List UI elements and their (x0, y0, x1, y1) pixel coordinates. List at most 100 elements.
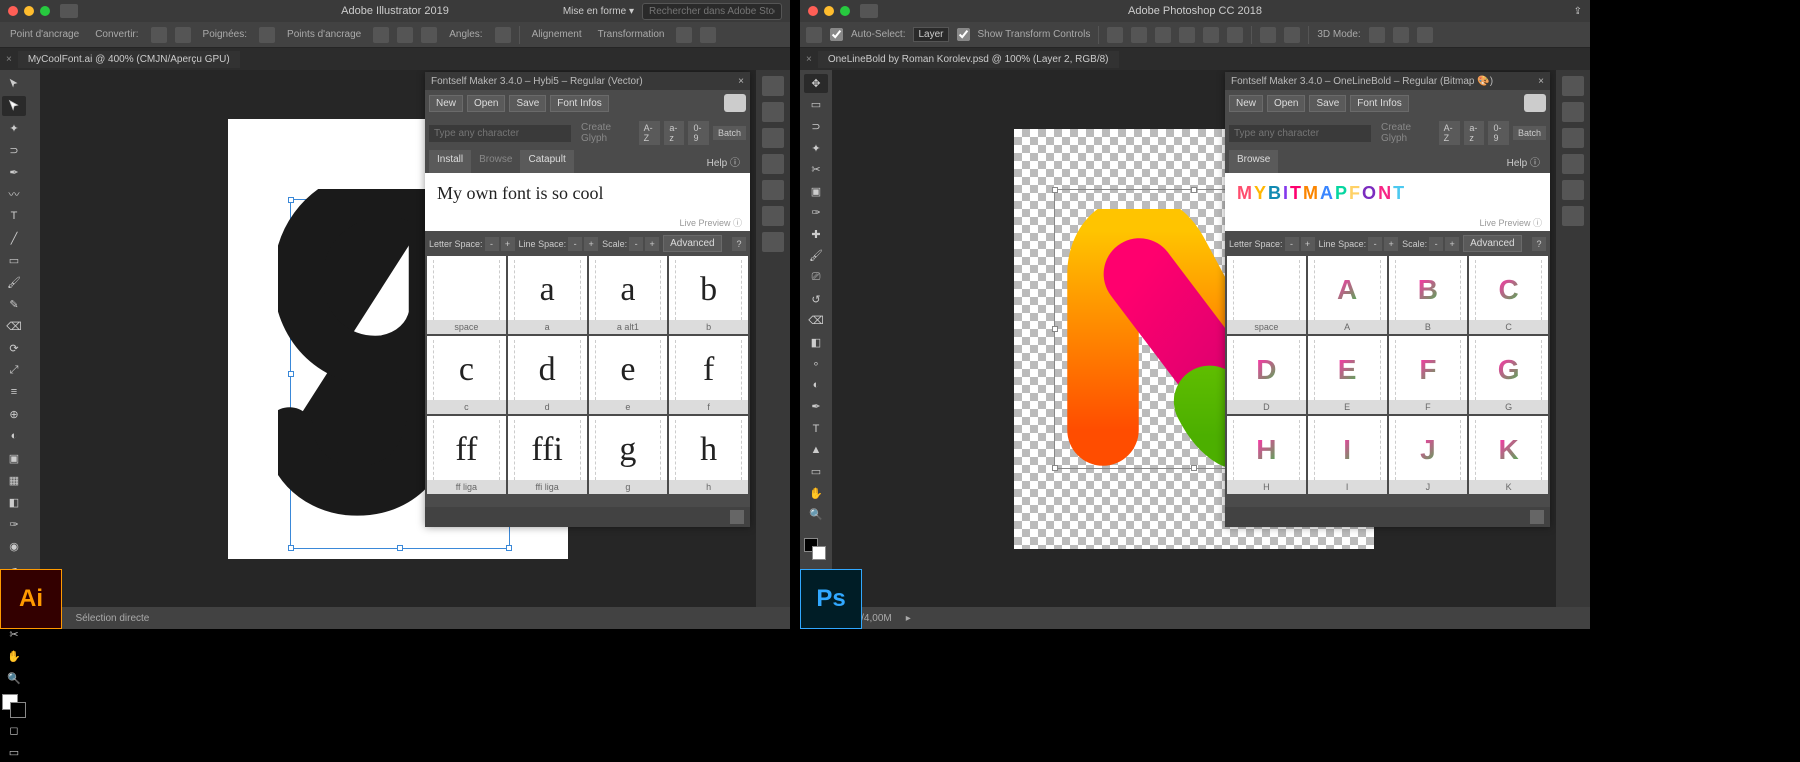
rect-tool[interactable]: ▭ (2, 250, 26, 270)
eyedropper-tool[interactable]: ✑ (2, 514, 26, 534)
brush-tool[interactable]: 🖌 (804, 247, 828, 266)
ai-canvas[interactable]: Fontself Maker 3.4.0 – Hybi5 – Regular (… (40, 70, 756, 607)
help-icon[interactable]: ? (1532, 237, 1546, 251)
glyph-cell[interactable]: cc (427, 336, 506, 414)
help-link[interactable]: Help ⓘ (1501, 150, 1546, 173)
move-tool[interactable]: ✥ (804, 74, 828, 93)
open-button[interactable]: Open (1267, 95, 1305, 112)
scale-minus[interactable]: - (1429, 237, 1443, 251)
panel-title[interactable]: Fontself Maker 3.4.0 – Hybi5 – Regular (… (425, 72, 750, 90)
glyph-cell[interactable]: ffff liga (427, 416, 506, 494)
line-plus[interactable]: + (1384, 237, 1398, 251)
eraser-tool[interactable]: ⌫ (804, 311, 828, 330)
transform-panel-icon[interactable] (676, 27, 692, 43)
properties-panel-icon[interactable] (762, 76, 784, 96)
glyph-cell[interactable]: ee (589, 336, 668, 414)
type-char-input[interactable] (429, 125, 571, 142)
blend-tool[interactable]: ◉ (2, 536, 26, 556)
live-preview[interactable]: MY BITMAP FONT (1225, 173, 1550, 214)
scale-minus[interactable]: - (629, 237, 643, 251)
glyph-cell[interactable]: ffiffi liga (508, 416, 587, 494)
line-plus[interactable]: + (584, 237, 598, 251)
paths-panel-icon[interactable] (1562, 206, 1584, 226)
dodge-tool[interactable]: ◐ (804, 376, 828, 395)
mode3d-zoom-icon[interactable] (1417, 27, 1433, 43)
path-select-tool[interactable]: ▲ (804, 441, 828, 460)
live-preview[interactable]: My own font is so cool (425, 173, 750, 214)
letter-minus[interactable]: - (1285, 237, 1299, 251)
doc-tab[interactable]: OneLineBold by Roman Korolev.psd @ 100% … (818, 51, 1119, 68)
glyph-cell[interactable]: ff (669, 336, 748, 414)
cloud-icon[interactable] (1524, 94, 1546, 112)
history-brush-tool[interactable]: ↺ (804, 290, 828, 309)
ps-canvas[interactable]: Fontself Maker 3.4.0 – OneLineBold – Reg… (832, 70, 1556, 607)
align-mid-icon[interactable] (1203, 27, 1219, 43)
dist-v-icon[interactable] (1284, 27, 1300, 43)
minimize-icon[interactable] (824, 6, 834, 16)
doc-tab[interactable]: MyCoolFont.ai @ 400% (CMJN/Aperçu GPU) (18, 51, 240, 68)
crop-tool[interactable]: ✂ (804, 160, 828, 179)
shaper-tool[interactable]: ✎ (2, 294, 26, 314)
glyph-cell[interactable]: CC (1469, 256, 1548, 334)
font-info-button[interactable]: Font Infos (1350, 95, 1408, 112)
lasso-tool[interactable]: ⊃ (2, 140, 26, 160)
selection-tool[interactable] (2, 74, 26, 94)
handles-icon[interactable] (259, 27, 275, 43)
color-panel-icon[interactable] (1562, 76, 1584, 96)
glyph-cell[interactable]: II (1308, 416, 1387, 494)
remove-anchor-icon[interactable] (397, 27, 413, 43)
line-minus[interactable]: - (1368, 237, 1382, 251)
cloud-icon[interactable] (724, 94, 746, 112)
font-info-button[interactable]: Font Infos (550, 95, 608, 112)
range-batch[interactable]: Batch (1513, 126, 1546, 140)
range-lc[interactable]: a-z (1464, 121, 1484, 145)
advanced-button[interactable]: Advanced (1463, 235, 1521, 252)
zoom-tool[interactable]: 🔍 (2, 668, 26, 688)
swatches-panel-icon[interactable] (762, 180, 784, 200)
blur-tool[interactable]: ∘ (804, 355, 828, 374)
scale-tool[interactable]: ⤢ (2, 360, 26, 380)
frame-tool[interactable]: ▣ (804, 182, 828, 201)
glyph-cell[interactable]: dd (508, 336, 587, 414)
align-right-icon[interactable] (1155, 27, 1171, 43)
wand-tool[interactable]: ✦ (2, 118, 26, 138)
line-minus[interactable]: - (568, 237, 582, 251)
cut-path-icon[interactable] (421, 27, 437, 43)
free-trans-tool[interactable]: ⊕ (2, 404, 26, 424)
save-button[interactable]: Save (509, 95, 546, 112)
glyph-cell[interactable]: DD (1227, 336, 1306, 414)
panel-title[interactable]: Fontself Maker 3.4.0 – OneLineBold – Reg… (1225, 72, 1550, 90)
hand-tool[interactable]: ✋ (804, 484, 828, 503)
new-button[interactable]: New (1229, 95, 1263, 112)
trash-icon[interactable] (730, 510, 744, 524)
rect-tool[interactable]: ▭ (804, 462, 828, 481)
save-button[interactable]: Save (1309, 95, 1346, 112)
tab-browse[interactable]: Browse (1229, 150, 1278, 173)
mode3d-orbit-icon[interactable] (1369, 27, 1385, 43)
fg-bg-color-icon[interactable] (804, 538, 828, 560)
type-char-input[interactable] (1229, 125, 1371, 142)
heal-tool[interactable]: ✚ (804, 225, 828, 244)
gradient-tool[interactable]: ◧ (804, 333, 828, 352)
range-batch[interactable]: Batch (713, 126, 746, 140)
shape-icon[interactable] (700, 27, 716, 43)
letter-minus[interactable]: - (485, 237, 499, 251)
glyph-cell[interactable]: AA (1308, 256, 1387, 334)
glyph-cell[interactable]: FF (1389, 336, 1468, 414)
advanced-button[interactable]: Advanced (663, 235, 721, 252)
rotate-tool[interactable]: ⟳ (2, 338, 26, 358)
direct-select-tool[interactable] (2, 96, 26, 116)
range-num[interactable]: 0-9 (688, 121, 709, 145)
align-bottom-icon[interactable] (1227, 27, 1243, 43)
gradient-tool[interactable]: ◧ (2, 492, 26, 512)
pen-tool[interactable]: ✒ (2, 162, 26, 182)
glyph-cell[interactable]: gg (589, 416, 668, 494)
pen-tool[interactable]: ✒ (804, 398, 828, 417)
type-tool[interactable]: T (804, 419, 828, 438)
glyph-cell[interactable]: aa alt1 (589, 256, 668, 334)
line-tool[interactable]: ╱ (2, 228, 26, 248)
range-lc[interactable]: a-z (664, 121, 684, 145)
screen-mode-icon[interactable]: ▭ (2, 742, 26, 762)
glyph-cell[interactable]: HH (1227, 416, 1306, 494)
glyph-cell[interactable]: bb (669, 256, 748, 334)
